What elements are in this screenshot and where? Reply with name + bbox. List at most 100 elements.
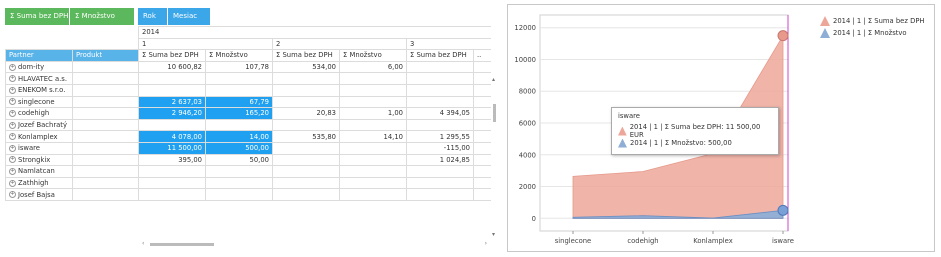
measure-header[interactable]: Σ Suma bez DPH [272, 49, 340, 62]
value-cell[interactable] [472, 165, 491, 178]
value-cell[interactable]: 107,78 [205, 60, 273, 74]
value-cell[interactable] [406, 72, 474, 85]
value-cell[interactable]: 4 078,00 [138, 130, 206, 143]
expand-icon[interactable]: + [9, 63, 16, 71]
value-cell[interactable] [138, 118, 206, 132]
value-cell[interactable]: 67,79 [205, 95, 273, 109]
expand-icon[interactable]: + [9, 121, 16, 129]
value-cell[interactable]: 1 024,85 [406, 153, 474, 167]
value-cell[interactable] [339, 83, 407, 97]
value-cell[interactable] [272, 83, 340, 97]
value-cell[interactable] [138, 176, 206, 190]
value-cell[interactable] [272, 141, 340, 155]
value-cell[interactable] [472, 176, 491, 190]
value-cell[interactable]: 535,80 [272, 130, 340, 143]
expand-icon[interactable]: + [9, 75, 16, 83]
value-cell[interactable] [205, 83, 273, 97]
value-cell[interactable] [272, 188, 340, 201]
value-cell[interactable]: 14,10 [339, 130, 407, 143]
value-cell[interactable] [406, 165, 474, 178]
partner-cell[interactable]: + Josef Bajsa [5, 188, 73, 201]
scroll-thumb[interactable] [493, 104, 496, 122]
value-cell[interactable] [406, 188, 474, 201]
value-cell[interactable] [138, 165, 206, 178]
table-row[interactable]: + ENEKOM s.r.o. [5, 83, 491, 97]
table-row[interactable]: + HLAVATEC a.s. [5, 72, 491, 85]
value-cell[interactable] [406, 60, 474, 74]
value-cell[interactable] [339, 141, 407, 155]
value-cell[interactable] [339, 153, 407, 167]
scroll-right-icon[interactable]: › [485, 240, 487, 247]
value-cell[interactable]: 395,00 [138, 153, 206, 167]
value-cell[interactable] [472, 130, 491, 143]
partner-cell[interactable]: + singlecone [5, 95, 73, 109]
scroll-left-icon[interactable]: ‹ [142, 240, 144, 247]
scroll-thumb[interactable] [150, 243, 214, 246]
partner-cell[interactable]: + codehigh [5, 107, 73, 120]
value-cell[interactable] [472, 95, 491, 109]
value-cell[interactable] [272, 95, 340, 109]
legend-item[interactable]: 2014 | 1 | Σ Množstvo [820, 27, 925, 39]
expand-icon[interactable]: + [9, 179, 16, 187]
row-field-partner[interactable]: Partner [5, 49, 73, 62]
measure-header[interactable]: Σ Množstvo [205, 49, 273, 62]
table-row[interactable]: + Jozef Bachratý [5, 118, 491, 132]
value-cell[interactable] [339, 118, 407, 132]
value-cell[interactable] [205, 118, 273, 132]
expand-icon[interactable]: + [9, 98, 16, 106]
legend-item[interactable]: 2014 | 1 | Σ Suma bez DPH [820, 15, 925, 27]
value-cell[interactable] [406, 95, 474, 109]
value-cell[interactable]: 2 637,03 [138, 95, 206, 109]
value-cell[interactable] [272, 176, 340, 190]
expand-icon[interactable]: + [9, 167, 16, 175]
value-cell[interactable]: 6,00 [339, 60, 407, 74]
value-cell[interactable] [339, 72, 407, 85]
table-row[interactable]: + Josef Bajsa [5, 188, 491, 201]
value-cell[interactable] [339, 188, 407, 201]
value-cell[interactable] [138, 72, 206, 85]
value-cell[interactable] [205, 176, 273, 190]
value-cell[interactable] [472, 188, 491, 201]
expand-icon[interactable]: + [9, 109, 16, 117]
value-cell[interactable]: 534,00 [272, 60, 340, 74]
row-field-produkt[interactable]: Produkt [72, 49, 139, 62]
value-cell[interactable] [339, 95, 407, 109]
value-cell[interactable] [339, 176, 407, 190]
data-field-chip-mnozstvo[interactable]: Σ Množstvo [70, 8, 134, 25]
value-cell[interactable] [472, 72, 491, 85]
value-cell[interactable] [472, 107, 491, 120]
partner-cell[interactable]: + ENEKOM s.r.o. [5, 83, 73, 97]
partner-cell[interactable]: + dom-ity [5, 60, 73, 74]
value-cell[interactable] [472, 83, 491, 97]
value-cell[interactable] [205, 165, 273, 178]
value-cell[interactable] [472, 153, 491, 167]
month-header[interactable]: 2 [272, 37, 407, 51]
value-cell[interactable]: 500,00 [205, 141, 273, 155]
value-cell[interactable] [472, 118, 491, 132]
partner-cell[interactable]: + isware [5, 141, 73, 155]
year-header[interactable]: 2014 [137, 26, 491, 39]
value-cell[interactable] [272, 72, 340, 85]
value-cell[interactable]: 50,00 [205, 153, 273, 167]
table-row[interactable]: + dom-ity 10 600,82 107,78 534,00 6,00 [5, 60, 491, 74]
table-row[interactable]: + Konlamplex 4 078,00 14,00 535,80 14,10 1 295… [5, 130, 491, 143]
month-header[interactable]: 3 [405, 37, 491, 51]
value-cell[interactable] [138, 83, 206, 97]
month-header[interactable]: 1 [138, 37, 273, 51]
value-cell[interactable] [272, 165, 340, 178]
value-cell[interactable]: 10 600,82 [138, 60, 206, 74]
measure-header-truncated[interactable]: .. [472, 49, 491, 62]
column-field-chip-mesiac[interactable]: Mesiac [168, 8, 210, 25]
expand-icon[interactable]: + [9, 156, 16, 164]
partner-cell[interactable]: + Konlamplex [5, 130, 73, 143]
value-cell[interactable] [205, 72, 273, 85]
vertical-scrollbar[interactable]: ▴ ▾ [491, 26, 499, 250]
value-cell[interactable]: 20,83 [272, 107, 340, 120]
scroll-down-icon[interactable]: ▾ [492, 231, 495, 238]
value-cell[interactable] [472, 141, 491, 155]
table-row[interactable]: + isware 11 500,00 500,00 -115,00 [5, 141, 491, 155]
value-cell[interactable]: 4 394,05 [406, 107, 474, 120]
measure-header[interactable]: Σ Suma bez DPH [406, 49, 474, 62]
measure-header[interactable]: Σ Suma bez DPH [138, 49, 206, 62]
value-cell[interactable] [406, 176, 474, 190]
